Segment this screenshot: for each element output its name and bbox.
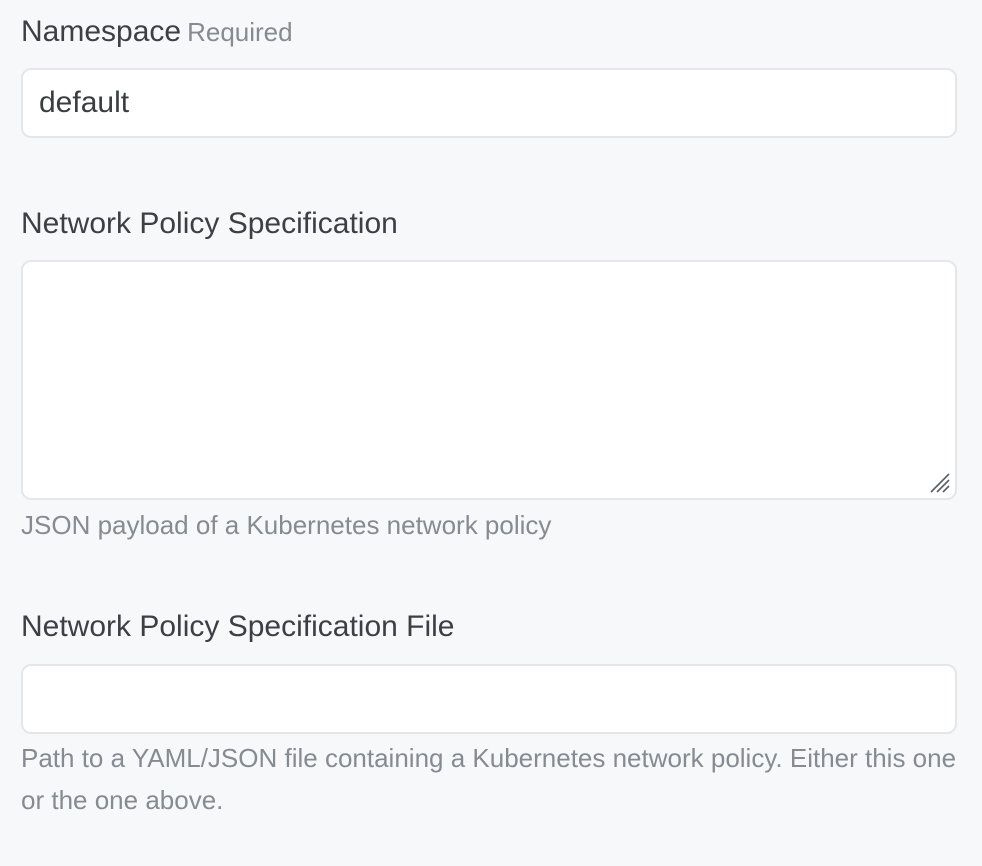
spec-file-help-text: Path to a YAML/JSON file containing a Ku… [21,743,957,815]
namespace-label-text: Namespace [21,15,182,48]
spec-textarea[interactable] [23,262,955,498]
resize-handle-icon[interactable] [927,470,951,494]
required-tag: Required [187,17,293,47]
spec-help-text: JSON payload of a Kubernetes network pol… [21,510,552,540]
spec-textarea-container [21,260,957,500]
namespace-label: Namespace Required [21,17,293,47]
spec-file-label: Network Policy Specification File [21,610,455,643]
namespace-input[interactable] [21,68,957,138]
spec-label: Network Policy Specification [21,207,398,240]
spec-file-input[interactable] [21,664,957,734]
